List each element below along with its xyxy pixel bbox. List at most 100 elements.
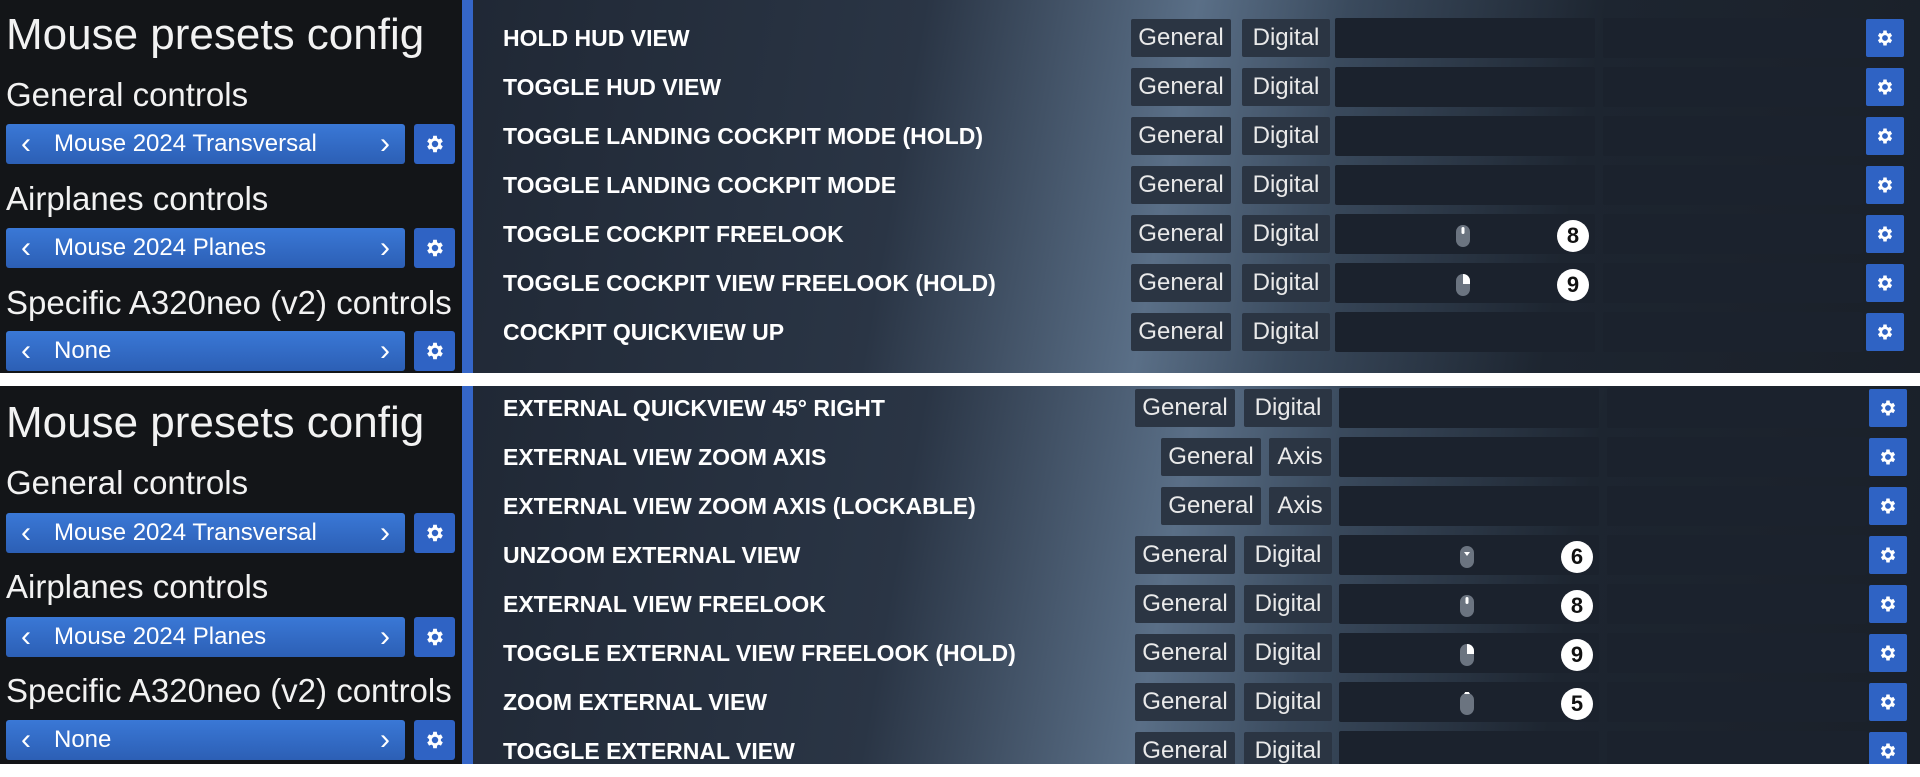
chevron-left-icon[interactable]: ‹ — [6, 720, 46, 760]
primary-binding-slot[interactable] — [1339, 388, 1599, 428]
primary-binding-slot[interactable] — [1339, 486, 1599, 526]
binding-settings-button[interactable] — [1869, 389, 1907, 427]
binding-settings-button[interactable] — [1869, 487, 1907, 525]
general-controls-settings-button[interactable] — [414, 124, 455, 164]
specific-controls-settings-button[interactable] — [414, 720, 455, 760]
binding-settings-button[interactable] — [1869, 536, 1907, 574]
secondary-binding-slot[interactable] — [1607, 437, 1867, 477]
secondary-binding-slot[interactable] — [1603, 116, 1863, 156]
primary-binding-slot[interactable] — [1335, 67, 1595, 107]
secondary-binding-slot[interactable] — [1603, 18, 1863, 58]
chevron-right-icon[interactable]: › — [365, 331, 405, 371]
chevron-left-icon[interactable]: ‹ — [6, 124, 46, 164]
primary-binding-slot[interactable] — [1335, 312, 1595, 352]
airplanes-controls-settings-button[interactable] — [414, 617, 455, 657]
primary-binding-slot[interactable] — [1339, 437, 1599, 477]
binding-row[interactable]: HOLD HUD VIEW General Digital — [473, 16, 1920, 60]
chevron-left-icon[interactable]: ‹ — [6, 331, 46, 371]
binding-row[interactable]: TOGGLE LANDING COCKPIT MODE (HOLD) Genera… — [473, 114, 1920, 158]
binding-row[interactable]: TOGGLE EXTERNAL VIEW General Digital — [473, 729, 1920, 764]
binding-label: TOGGLE LANDING COCKPIT MODE — [503, 172, 897, 198]
secondary-binding-slot[interactable] — [1603, 263, 1863, 303]
chevron-left-icon[interactable]: ‹ — [6, 228, 46, 268]
binding-row[interactable]: COCKPIT QUICKVIEW UP General Digital — [473, 310, 1920, 354]
binding-settings-button[interactable] — [1869, 634, 1907, 672]
primary-binding-slot[interactable]: 9 — [1335, 263, 1595, 303]
binding-row[interactable]: ZOOM EXTERNAL VIEW General Digital 5 — [473, 680, 1920, 724]
binding-settings-button[interactable] — [1869, 683, 1907, 721]
input-type-tag: Digital — [1244, 683, 1332, 721]
binding-settings-button[interactable] — [1869, 732, 1907, 764]
secondary-binding-slot[interactable] — [1607, 633, 1867, 673]
general-controls-settings-button[interactable] — [414, 513, 455, 553]
binding-row[interactable]: EXTERNAL VIEW ZOOM AXIS General Axis — [473, 435, 1920, 479]
gear-icon — [1877, 128, 1893, 144]
binding-settings-button[interactable] — [1866, 215, 1904, 253]
binding-settings-button[interactable] — [1866, 117, 1904, 155]
secondary-binding-slot[interactable] — [1607, 584, 1867, 624]
binding-row[interactable]: EXTERNAL VIEW FREELOOK General Digital 8 — [473, 582, 1920, 626]
chevron-right-icon[interactable]: › — [365, 124, 405, 164]
binding-badge: 8 — [1561, 590, 1593, 622]
input-type-tag: Digital — [1244, 536, 1332, 574]
binding-row[interactable]: TOGGLE COCKPIT FREELOOK General Digital 8 — [473, 212, 1920, 256]
binding-label: EXTERNAL VIEW ZOOM AXIS (LOCKABLE) — [503, 493, 976, 519]
secondary-binding-slot[interactable] — [1607, 731, 1867, 764]
primary-binding-slot[interactable] — [1335, 18, 1595, 58]
secondary-binding-slot[interactable] — [1607, 486, 1867, 526]
specific-controls-selector[interactable]: ‹ None › — [6, 331, 405, 371]
primary-binding-slot[interactable]: 6 — [1339, 535, 1599, 575]
chevron-right-icon[interactable]: › — [365, 617, 405, 657]
category-tag: General — [1131, 117, 1231, 155]
binding-row[interactable]: EXTERNAL VIEW ZOOM AXIS (LOCKABLE) Genera… — [473, 484, 1920, 528]
secondary-binding-slot[interactable] — [1607, 682, 1867, 722]
secondary-binding-slot[interactable] — [1603, 165, 1863, 205]
primary-binding-slot[interactable]: 8 — [1335, 214, 1595, 254]
general-controls-selector[interactable]: ‹ Mouse 2024 Transversal › — [6, 513, 405, 553]
chevron-left-icon[interactable]: ‹ — [6, 617, 46, 657]
binding-row[interactable]: TOGGLE LANDING COCKPIT MODE General Digita… — [473, 163, 1920, 207]
binding-settings-button[interactable] — [1869, 438, 1907, 476]
mouse-right-button-icon — [1459, 643, 1475, 667]
binding-settings-button[interactable] — [1866, 68, 1904, 106]
secondary-binding-slot[interactable] — [1603, 312, 1863, 352]
chevron-right-icon[interactable]: › — [365, 513, 405, 553]
panel-divider — [0, 373, 1920, 386]
chevron-left-icon[interactable]: ‹ — [6, 513, 46, 553]
secondary-binding-slot[interactable] — [1607, 535, 1867, 575]
binding-row[interactable]: TOGGLE COCKPIT VIEW FREELOOK (HOLD) Gener… — [473, 261, 1920, 305]
primary-binding-slot[interactable] — [1335, 165, 1595, 205]
gear-icon — [1880, 743, 1896, 759]
binding-settings-button[interactable] — [1866, 313, 1904, 351]
mouse-wheel-up-icon — [1459, 689, 1475, 716]
category-tag: General — [1135, 732, 1235, 764]
specific-controls-selector[interactable]: ‹ None › — [6, 720, 405, 760]
primary-binding-slot[interactable]: 8 — [1339, 584, 1599, 624]
binding-settings-button[interactable] — [1866, 264, 1904, 302]
selector-value: None — [54, 337, 112, 364]
binding-settings-button[interactable] — [1869, 585, 1907, 623]
primary-binding-slot[interactable]: 9 — [1339, 633, 1599, 673]
secondary-binding-slot[interactable] — [1603, 214, 1863, 254]
binding-row[interactable]: EXTERNAL QUICKVIEW 45° RIGHT General Digit… — [473, 386, 1920, 430]
chevron-right-icon[interactable]: › — [365, 720, 405, 760]
binding-label: ZOOM EXTERNAL VIEW — [503, 689, 768, 715]
chevron-right-icon[interactable]: › — [365, 228, 405, 268]
specific-controls-settings-button[interactable] — [414, 331, 455, 371]
general-controls-selector[interactable]: ‹ Mouse 2024 Transversal › — [6, 124, 405, 164]
primary-binding-slot[interactable] — [1335, 116, 1595, 156]
airplanes-controls-selector[interactable]: ‹ Mouse 2024 Planes › — [6, 617, 405, 657]
binding-settings-button[interactable] — [1866, 166, 1904, 204]
category-tag: General — [1135, 389, 1235, 427]
primary-binding-slot[interactable]: 5 — [1339, 682, 1599, 722]
airplanes-controls-settings-button[interactable] — [414, 228, 455, 268]
airplanes-controls-selector[interactable]: ‹ Mouse 2024 Planes › — [6, 228, 405, 268]
primary-binding-slot[interactable] — [1339, 731, 1599, 764]
input-type-tag: Axis — [1269, 487, 1331, 525]
binding-row[interactable]: UNZOOM EXTERNAL VIEW General Digital 6 — [473, 533, 1920, 577]
binding-row[interactable]: TOGGLE EXTERNAL VIEW FREELOOK (HOLD) Gene… — [473, 631, 1920, 675]
binding-row[interactable]: TOGGLE HUD VIEW General Digital — [473, 65, 1920, 109]
binding-settings-button[interactable] — [1866, 19, 1904, 57]
secondary-binding-slot[interactable] — [1607, 388, 1867, 428]
secondary-binding-slot[interactable] — [1603, 67, 1863, 107]
